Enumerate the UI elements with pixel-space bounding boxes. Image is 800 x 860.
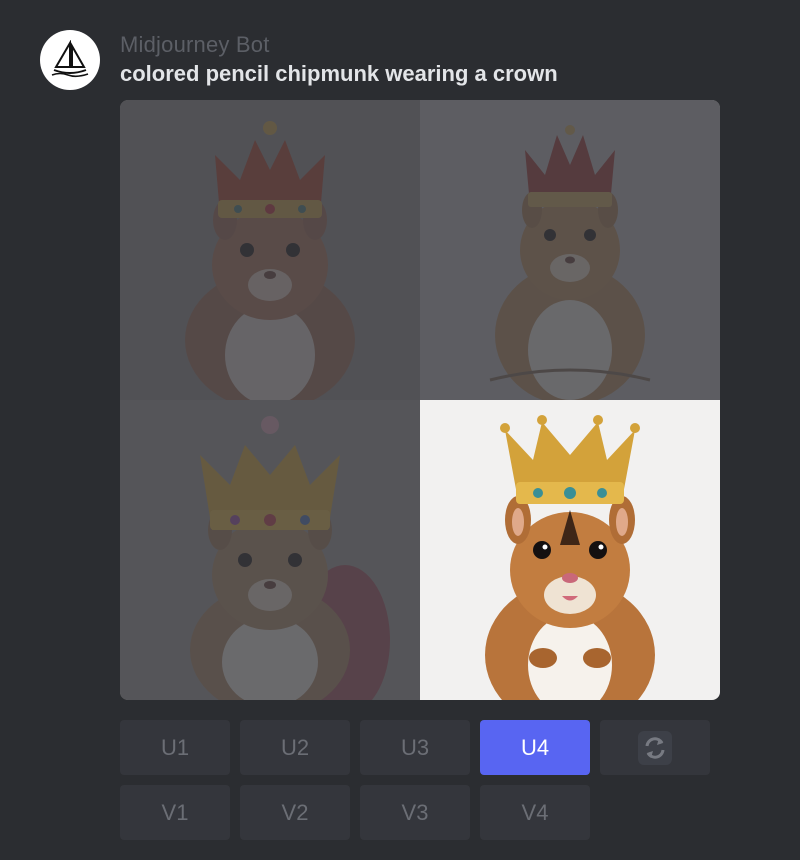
grid-image-2[interactable] xyxy=(420,100,720,400)
grid-image-1[interactable] xyxy=(120,100,420,400)
bot-avatar[interactable] xyxy=(40,30,100,90)
variation-button-3[interactable]: V3 xyxy=(360,785,470,840)
variation-button-1[interactable]: V1 xyxy=(120,785,230,840)
image-grid[interactable] xyxy=(120,100,720,700)
variation-button-2[interactable]: V2 xyxy=(240,785,350,840)
reroll-button[interactable] xyxy=(600,720,710,775)
grid-image-3[interactable] xyxy=(120,400,420,700)
upscale-button-3[interactable]: U3 xyxy=(360,720,470,775)
upscale-button-4[interactable]: U4 xyxy=(480,720,590,775)
upscale-button-2[interactable]: U2 xyxy=(240,720,350,775)
grid-image-4[interactable] xyxy=(420,400,720,700)
sailboat-logo-icon xyxy=(51,40,89,78)
author-name[interactable]: Midjourney Bot xyxy=(120,32,270,58)
reroll-icon xyxy=(638,730,672,765)
prompt-text: colored pencil chipmunk wearing a crown xyxy=(120,61,558,86)
upscale-button-1[interactable]: U1 xyxy=(120,720,230,775)
variation-button-4[interactable]: V4 xyxy=(480,785,590,840)
